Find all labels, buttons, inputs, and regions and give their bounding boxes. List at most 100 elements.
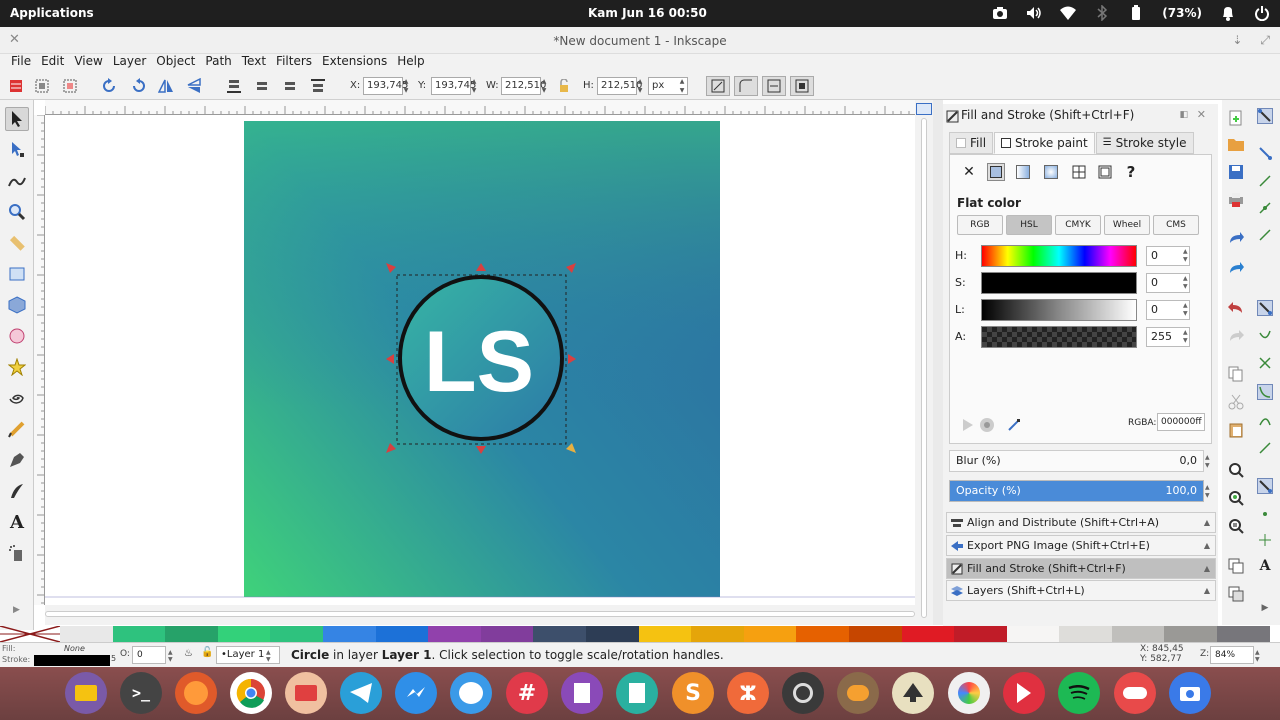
lower-to-bottom-icon[interactable] [224,76,244,96]
palette-swatch[interactable] [533,626,586,642]
raise-to-top-icon[interactable] [308,76,328,96]
snap-intersections-icon[interactable] [1257,355,1273,371]
undo-icon[interactable] [1228,300,1244,316]
dock-mail-icon[interactable] [285,672,327,714]
dock-inkscape-icon[interactable] [892,672,934,714]
palette-swatch[interactable] [1164,626,1218,642]
dock-signal-icon[interactable] [450,672,492,714]
h-spinner[interactable]: ▲ ▼ [636,77,644,95]
menu-path[interactable]: Path [200,54,236,72]
calligraphy-tool-icon[interactable] [5,479,29,503]
menu-layer[interactable]: Layer [108,54,151,72]
palette-swatch[interactable] [954,626,1007,642]
saturation-slider[interactable] [981,272,1137,294]
no-paint-swatch[interactable] [0,625,61,643]
palette-swatch[interactable] [691,626,744,642]
layer-visibility-icon[interactable]: ♨ [184,648,193,659]
h-field[interactable]: 212,510 [597,77,642,95]
rectangle-tool-icon[interactable] [5,262,29,286]
palette-swatch[interactable] [848,626,902,642]
snap-toggle-icon[interactable] [1257,108,1273,124]
node-tool-icon[interactable] [5,138,29,162]
save-icon[interactable] [1228,164,1244,180]
opacity-field[interactable]: Opacity (%) 100,0 [949,480,1204,502]
dock-firefox-icon[interactable] [175,672,217,714]
mode-rgb[interactable]: RGB [957,215,1003,235]
snap-more-icon[interactable]: ▶ [1257,600,1273,616]
flip-horizontal-icon[interactable] [156,76,176,96]
snap-midpoints-icon[interactable] [1257,227,1273,243]
saturation-spinner[interactable]: ▲ ▼ [1183,275,1188,291]
dock-telegram-icon[interactable] [340,672,382,714]
blur-spinner[interactable]: ▲ ▼ [1205,454,1210,470]
zoom-spinner[interactable]: ▲ ▼ [1255,649,1260,663]
ellipse-tool-icon[interactable] [5,324,29,348]
panel-iconify-icon[interactable]: ◧ [1179,104,1188,126]
menu-help[interactable]: Help [392,54,429,72]
flat-color-icon[interactable] [987,163,1005,181]
dock-xampp-icon[interactable]: ⵣ [727,672,769,714]
palette-swatch[interactable] [270,626,323,642]
palette-swatch[interactable] [375,626,429,642]
w-spinner[interactable]: ▲ ▼ [540,77,548,95]
menu-file[interactable]: File [6,54,36,72]
lower-icon[interactable] [252,76,272,96]
dock-todo-icon[interactable] [1003,672,1045,714]
radial-gradient-icon[interactable] [1042,163,1060,181]
dock-fill-stroke[interactable]: Fill and Stroke (Shift+Ctrl+F) ▲ [946,558,1216,579]
clock[interactable]: Kam Jun 16 00:50 [588,6,707,20]
y-field[interactable]: 193,745 [431,77,476,95]
y-spinner[interactable]: ▲ ▼ [470,77,478,95]
layer-dropdown-icon[interactable]: ▲ ▼ [266,649,271,663]
panel-close-icon[interactable]: ✕ [1197,104,1206,126]
palette-swatch[interactable] [480,626,534,642]
stroke-width-value[interactable]: 5 [111,654,116,663]
palette-swatch[interactable] [60,626,113,642]
tab-stroke-style[interactable]: ☰ Stroke style [1095,132,1194,154]
bluetooth-icon[interactable] [1094,5,1110,21]
no-paint-icon[interactable]: ✕ [960,163,978,181]
mode-hsl[interactable]: HSL [1006,215,1052,235]
tab-stroke-paint[interactable]: Stroke paint [994,132,1095,154]
dock-terminal-icon[interactable]: >_ [120,672,162,714]
alpha-slider[interactable] [981,326,1137,348]
import-icon[interactable] [1228,230,1244,246]
menu-object[interactable]: Object [151,54,200,72]
open-icon[interactable] [1228,136,1244,152]
maximize-window-icon[interactable]: ⤢ [1260,33,1270,48]
menu-text[interactable]: Text [237,54,271,72]
snap-nodes-icon[interactable] [1257,300,1273,316]
zoom-field[interactable]: 84% [1210,646,1254,664]
stroke-indicator[interactable] [34,655,110,666]
palette-swatch[interactable] [112,626,166,642]
move-patterns-icon[interactable] [790,76,814,96]
out-of-gamut-icon[interactable] [979,417,995,436]
dock-chrome-icon[interactable] [230,672,272,714]
raise-icon[interactable] [280,76,300,96]
duplicate-icon[interactable] [1228,558,1244,574]
move-gradients-icon[interactable] [762,76,786,96]
text-tool-icon[interactable]: A [5,510,29,534]
zoom-page-icon[interactable] [1228,518,1244,534]
color-picker-icon[interactable] [1006,417,1022,436]
snap-bbox-icon[interactable] [1257,145,1273,161]
star-tool-icon[interactable] [5,355,29,379]
color-managed-icon[interactable] [959,417,975,436]
snap-centers-icon[interactable] [1257,506,1273,522]
dock-export-png[interactable]: Export PNG Image (Shift+Ctrl+E) ▲ [946,535,1216,556]
dock-screenshot-icon[interactable] [1169,672,1211,714]
lightness-slider[interactable] [981,299,1137,321]
palette-swatch[interactable] [901,626,955,642]
fill-indicator[interactable]: None [64,644,85,653]
deselect-icon[interactable] [60,76,80,96]
scale-corners-icon[interactable] [734,76,758,96]
rgba-field[interactable]: 000000ff [1157,413,1205,431]
zoom-tool-icon[interactable] [5,200,29,224]
snap-line-midpoints-icon[interactable] [1257,440,1273,456]
dock-toggle-icon[interactable] [1114,672,1156,714]
dock-messenger-icon[interactable] [395,672,437,714]
horizontal-scrollbar[interactable]: ▶ [13,605,915,625]
clone-icon[interactable] [1228,586,1244,602]
pen-tool-icon[interactable] [5,448,29,472]
pattern-icon[interactable] [1096,163,1114,181]
